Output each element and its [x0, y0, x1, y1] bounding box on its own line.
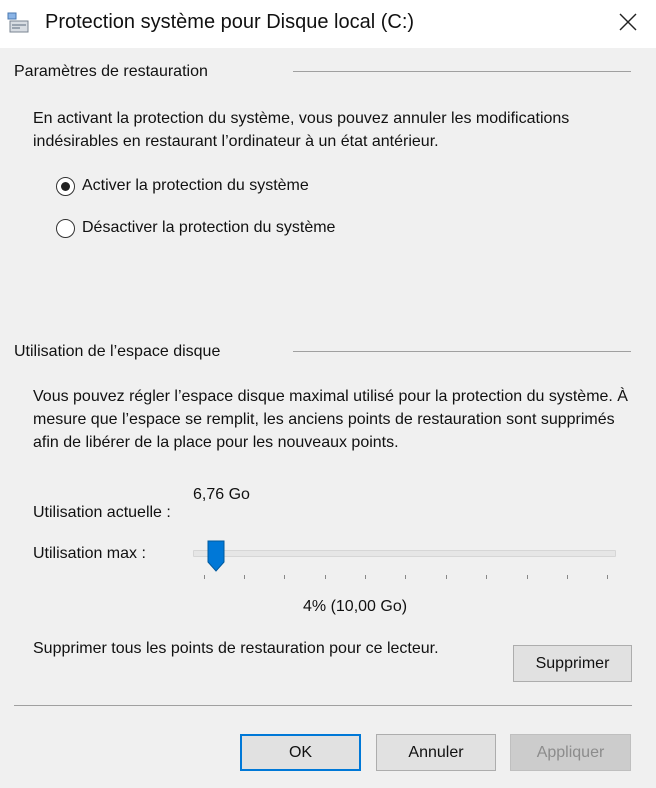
section-divider [293, 71, 631, 72]
max-usage-slider-track[interactable] [193, 550, 616, 557]
slider-tick [607, 575, 608, 579]
max-usage-label: Utilisation max : [33, 545, 146, 562]
current-usage-label: Utilisation actuelle : [33, 504, 171, 521]
delete-button[interactable]: Supprimer [513, 645, 632, 682]
slider-tick [365, 575, 366, 579]
disk-usage-heading: Utilisation de l’espace disque [14, 343, 221, 360]
radio-label: Activer la protection du système [82, 177, 309, 194]
slider-tick [204, 575, 205, 579]
slider-tick [325, 575, 326, 579]
slider-tick [244, 575, 245, 579]
max-usage-slider-thumb[interactable] [206, 540, 226, 572]
cancel-button[interactable]: Annuler [376, 734, 496, 771]
slider-tick [486, 575, 487, 579]
disk-usage-description: Vous pouvez régler l’espace disque maxim… [33, 388, 628, 451]
footer-separator [14, 705, 632, 706]
radio-disable-protection[interactable]: Désactiver la protection du système [56, 216, 335, 240]
ok-button[interactable]: OK [240, 734, 361, 771]
slider-tick [567, 575, 568, 579]
close-icon [619, 13, 637, 36]
max-usage-value: 4% (10,00 Go) [303, 598, 408, 615]
radio-enable-protection[interactable]: Activer la protection du système [56, 174, 309, 198]
close-button[interactable] [600, 0, 656, 48]
slider-tick [284, 575, 285, 579]
slider-tick [405, 575, 406, 579]
restore-settings-heading: Paramètres de restauration [14, 63, 208, 80]
system-properties-icon [7, 12, 31, 34]
radio-label: Désactiver la protection du système [82, 219, 336, 236]
radio-button[interactable] [56, 218, 75, 238]
current-usage-value: 6,76 Go [193, 486, 250, 503]
restore-settings-description: En activant la protection du système, vo… [33, 110, 570, 150]
radio-button[interactable] [56, 176, 75, 196]
title-bar: Protection système pour Disque local (C:… [0, 0, 656, 48]
window-title: Protection système pour Disque local (C:… [45, 11, 415, 33]
section-divider [293, 351, 631, 352]
slider-tick [527, 575, 528, 579]
slider-tick [446, 575, 447, 579]
apply-button[interactable]: Appliquer [510, 734, 631, 771]
delete-points-text: Supprimer tous les points de restauratio… [33, 640, 439, 657]
